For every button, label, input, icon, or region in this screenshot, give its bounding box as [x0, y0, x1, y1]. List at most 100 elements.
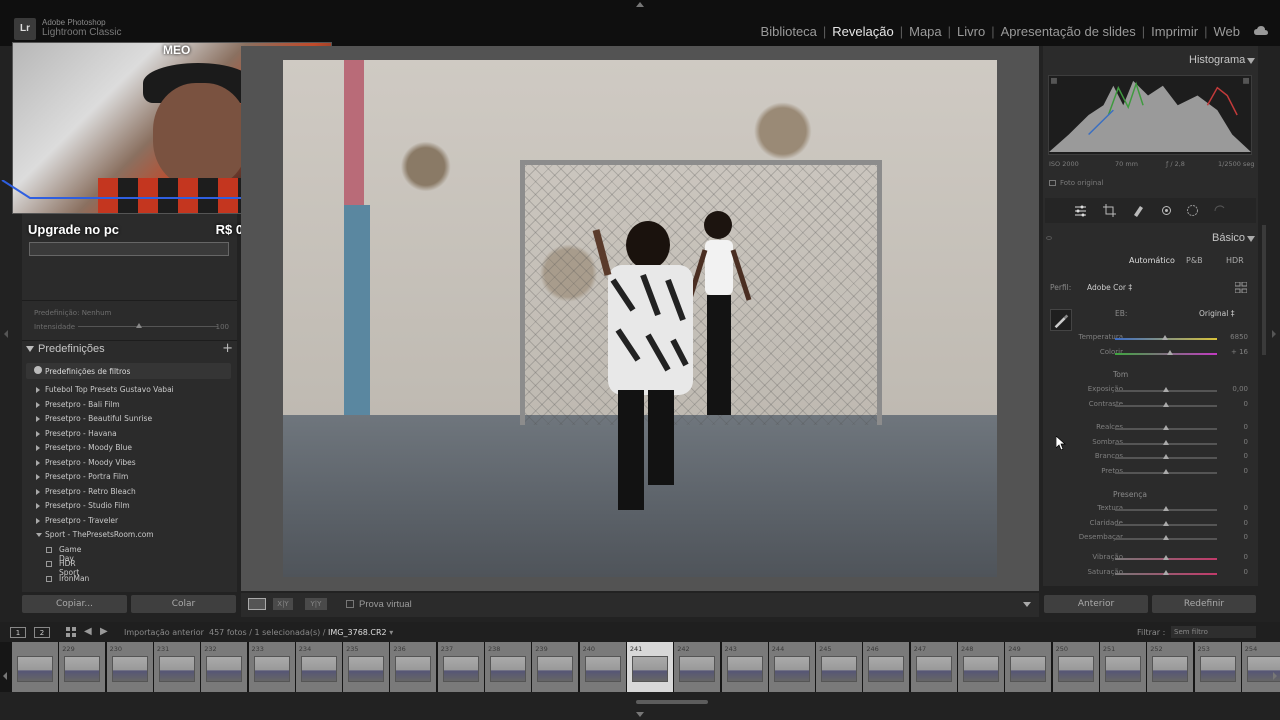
- film-thumbnail[interactable]: 231: [153, 642, 200, 692]
- original-photo-toggle[interactable]: Foto original: [1049, 179, 1103, 187]
- module-web[interactable]: Web: [1208, 24, 1247, 39]
- slider-knob[interactable]: [1163, 439, 1169, 445]
- treatment-auto[interactable]: Automático: [1129, 256, 1175, 265]
- expand-triangle-icon[interactable]: [36, 416, 40, 422]
- film-thumbnail[interactable]: 253: [1194, 642, 1241, 692]
- profile-select[interactable]: Adobe Cor ‡: [1087, 283, 1132, 292]
- slider-value[interactable]: 0,00: [1232, 385, 1248, 393]
- film-thumbnail[interactable]: 245: [816, 642, 863, 692]
- histogram-collapse-icon[interactable]: [1247, 58, 1255, 64]
- film-thumbnail[interactable]: 239: [532, 642, 579, 692]
- film-thumbnail[interactable]: 234: [295, 642, 342, 692]
- expand-triangle-icon[interactable]: [36, 387, 40, 393]
- profile-browser-icon[interactable]: [1235, 282, 1247, 293]
- module-biblioteca[interactable]: Biblioteca: [755, 24, 823, 39]
- navigator-preview[interactable]: [29, 242, 229, 256]
- slider-knob[interactable]: [1163, 454, 1169, 459]
- film-thumbnail[interactable]: 241: [626, 642, 673, 692]
- expand-triangle-icon[interactable]: [36, 474, 40, 480]
- module-livro[interactable]: Livro: [951, 24, 991, 39]
- slider-value[interactable]: 0: [1244, 533, 1248, 541]
- preset-filter[interactable]: Predefinições de filtros: [26, 363, 231, 379]
- treatment-bw[interactable]: P&B: [1186, 256, 1203, 265]
- collapse-right-panel-icon[interactable]: [1272, 330, 1276, 338]
- filmstrip-source[interactable]: Importação anterior: [124, 628, 204, 637]
- slider-value[interactable]: 0: [1244, 423, 1248, 431]
- film-thumbnail[interactable]: 246: [863, 642, 910, 692]
- slider-realces[interactable]: Realces 0: [1043, 423, 1258, 435]
- filmstrip-right-icon[interactable]: [1273, 672, 1277, 680]
- slider-knob[interactable]: [1163, 535, 1169, 540]
- slider-contraste[interactable]: Contraste 0: [1043, 400, 1258, 412]
- filmstrip-left-icon[interactable]: [3, 672, 7, 680]
- wb-select[interactable]: Original ‡: [1199, 309, 1235, 318]
- slider-knob[interactable]: [1163, 401, 1169, 407]
- filmstrip-scrollbar[interactable]: [636, 700, 708, 704]
- presets-panel-header[interactable]: Predefinições +: [22, 340, 237, 358]
- healing-icon[interactable]: [1132, 204, 1145, 217]
- slider-brancos[interactable]: Brancos 0: [1043, 452, 1258, 464]
- slider-textura[interactable]: Textura 0: [1043, 504, 1258, 516]
- film-thumbnail[interactable]: [12, 642, 58, 692]
- film-thumbnail[interactable]: 242: [674, 642, 721, 692]
- amount-slider-knob[interactable]: [136, 323, 142, 328]
- slider-saturação[interactable]: Saturação 0: [1043, 568, 1258, 580]
- grid-view-icon[interactable]: [66, 627, 76, 637]
- right-panel-scrollbar[interactable]: [1262, 225, 1266, 355]
- slider-desembaçar[interactable]: Desembaçar 0: [1043, 533, 1258, 545]
- slider-sombras[interactable]: Sombras 0: [1043, 438, 1258, 450]
- original-photo-checkbox[interactable]: [1049, 180, 1056, 186]
- toolbar-menu-icon[interactable]: [1023, 602, 1031, 607]
- second-screen-button[interactable]: 2: [34, 627, 50, 638]
- main-photo[interactable]: [283, 60, 997, 577]
- basic-collapse-icon[interactable]: [1247, 236, 1255, 242]
- reset-button[interactable]: Redefinir: [1152, 595, 1256, 613]
- slider-knob[interactable]: [1163, 425, 1169, 430]
- slider-knob[interactable]: [1163, 468, 1169, 474]
- slider-pretos[interactable]: Pretos 0: [1043, 467, 1258, 479]
- slider-value[interactable]: 0: [1244, 504, 1248, 512]
- slider-value[interactable]: 0: [1244, 452, 1248, 460]
- slider-value[interactable]: + 16: [1231, 348, 1248, 356]
- loupe-view-button[interactable]: [248, 598, 266, 610]
- masking-icon[interactable]: [1186, 204, 1199, 217]
- module-mapa[interactable]: Mapa: [903, 24, 948, 39]
- expand-triangle-icon[interactable]: [36, 517, 40, 524]
- basic-panel-header[interactable]: Básico: [1043, 230, 1258, 248]
- slider-knob[interactable]: [1163, 555, 1169, 560]
- preset-cycle-icon[interactable]: [1213, 204, 1226, 217]
- cloud-sync-icon[interactable]: [1254, 26, 1268, 36]
- slider-value[interactable]: 0: [1244, 519, 1248, 527]
- nav-back-icon[interactable]: ◀: [84, 626, 92, 637]
- histogram-title[interactable]: Histograma: [1189, 54, 1245, 66]
- slider-track[interactable]: [1115, 352, 1217, 355]
- add-preset-icon[interactable]: +: [222, 341, 233, 356]
- expand-triangle-icon[interactable]: [36, 459, 40, 466]
- slider-value[interactable]: 0: [1244, 400, 1248, 408]
- slider-knob[interactable]: [1163, 520, 1169, 526]
- expand-triangle-icon[interactable]: [36, 445, 40, 451]
- film-thumbnail[interactable]: 233: [248, 642, 295, 692]
- module-revelacao[interactable]: Revelação: [826, 24, 899, 39]
- slider-vibração[interactable]: Vibração 0: [1043, 553, 1258, 565]
- film-thumbnail[interactable]: 229: [59, 642, 106, 692]
- film-thumbnail[interactable]: 232: [201, 642, 248, 692]
- slider-value[interactable]: 0: [1244, 553, 1248, 561]
- copy-button[interactable]: Copiar...: [22, 595, 127, 613]
- film-thumbnail[interactable]: 244: [768, 642, 815, 692]
- film-thumbnail[interactable]: 248: [958, 642, 1004, 692]
- slider-temperatura[interactable]: Temperatura 6850: [1043, 333, 1258, 345]
- previous-settings-button[interactable]: Anterior: [1044, 595, 1148, 613]
- slider-value[interactable]: 6850: [1230, 333, 1248, 341]
- film-thumbnail[interactable]: 230: [106, 642, 153, 692]
- collapse-filmstrip-icon[interactable]: [636, 712, 644, 717]
- film-thumbnail[interactable]: 250: [1052, 642, 1099, 692]
- slider-knob[interactable]: [1163, 387, 1169, 392]
- module-imprimir[interactable]: Imprimir: [1145, 24, 1204, 39]
- module-slideshow[interactable]: Apresentação de slides: [995, 24, 1142, 39]
- compare-view-button[interactable]: X|Y: [273, 598, 293, 610]
- paste-button[interactable]: Colar: [131, 595, 236, 613]
- film-thumbnail[interactable]: 251: [1099, 642, 1146, 692]
- slider-knob[interactable]: [1161, 335, 1168, 340]
- expand-triangle-icon[interactable]: [36, 533, 42, 537]
